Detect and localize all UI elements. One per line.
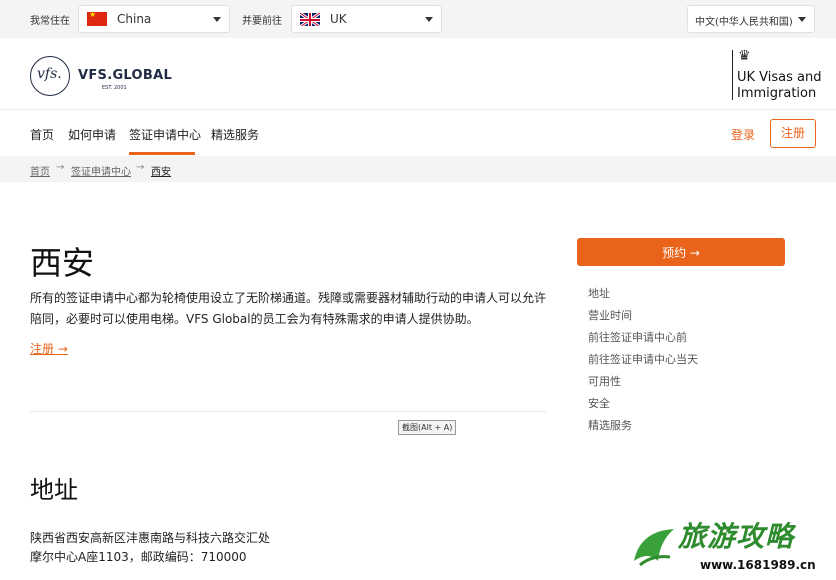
nav-item-visa-centres[interactable]: 签证申请中心: [129, 126, 201, 143]
page-title: 西安: [30, 244, 95, 282]
register-button[interactable]: 注册: [770, 119, 816, 148]
login-link[interactable]: 登录: [731, 126, 755, 143]
crest-icon: ♛: [738, 48, 751, 64]
language-value: 中文(中华人民共和国): [695, 17, 793, 28]
go-to-label: 并要前往: [242, 16, 282, 27]
register-link[interactable]: 注册 →: [30, 340, 68, 357]
live-in-value: China: [117, 12, 152, 26]
ukvi-divider: [732, 50, 733, 100]
chevron-down-icon: [798, 17, 806, 22]
leaf-icon: [634, 529, 674, 567]
arrow-right-icon: →: [136, 162, 145, 173]
breadcrumb-current: 西安: [151, 167, 171, 178]
ukvi-logo-text: UK Visas and Immigration: [737, 70, 822, 101]
logo-est: EST. 2001: [102, 85, 127, 91]
nav-item-home[interactable]: 首页: [30, 126, 54, 143]
go-to-value: UK: [330, 12, 347, 26]
live-in-select[interactable]: China: [78, 5, 230, 33]
intro-text: 所有的签证申请中心都为轮椅使用设立了无阶梯通道。残障或需要器材辅助行动的申请人可…: [30, 291, 547, 326]
address-heading: 地址: [30, 476, 78, 504]
chevron-down-icon: [425, 17, 433, 22]
logo-mark-text: vfs.: [37, 66, 62, 82]
china-flag-icon: [87, 10, 107, 26]
language-select[interactable]: 中文(中华人民共和国): [687, 5, 815, 33]
sidebar-link-security[interactable]: 安全: [588, 395, 610, 411]
go-to-select[interactable]: UK: [291, 5, 442, 33]
watermark-url: www.1681989.cn: [700, 558, 816, 572]
address-line: 陕西省西安高新区沣惠南路与科技六路交汇处: [30, 531, 271, 545]
active-tab-indicator: [129, 152, 195, 155]
sidebar-link-premium-services[interactable]: 精选服务: [588, 417, 632, 433]
breadcrumb: 首页 → 签证申请中心 → 西安: [0, 156, 836, 182]
logo-text[interactable]: VFS.GLOBAL: [78, 68, 172, 83]
watermark: 旅游攻略 www.1681989.cn: [630, 515, 830, 577]
arrow-right-icon: →: [56, 162, 65, 173]
main-nav: 首页 如何申请 签证申请中心 精选服务 登录 注册: [0, 110, 836, 156]
site-header: vfs. VFS.GLOBAL EST. 2001 ♛ UK Visas and…: [0, 38, 836, 110]
location-bar: 我常住在 China 并要前往 UK 中文(中华人民共和国): [0, 0, 836, 38]
breadcrumb-home[interactable]: 首页: [30, 163, 50, 178]
screenshot-tooltip: 截图(Alt + A): [398, 420, 457, 435]
nav-item-how-to-apply[interactable]: 如何申请: [68, 126, 116, 143]
divider: [30, 411, 546, 412]
book-appointment-button[interactable]: 预约 →: [577, 238, 785, 266]
sidebar-link-accessibility[interactable]: 可用性: [588, 373, 621, 389]
sidebar-link-address[interactable]: 地址: [588, 285, 610, 301]
nav-item-premium-services[interactable]: 精选服务: [211, 126, 259, 143]
breadcrumb-visa-centres[interactable]: 签证申请中心: [71, 163, 131, 178]
sidebar-link-visit-day[interactable]: 前往签证申请中心当天: [588, 351, 698, 367]
sidebar-link-hours[interactable]: 营业时间: [588, 307, 632, 323]
live-in-label: 我常住在: [30, 16, 70, 27]
chevron-down-icon: [213, 17, 221, 22]
watermark-title: 旅游攻略: [678, 520, 795, 553]
address-line: 摩尔中心A座1103，邮政编码：710000: [30, 550, 247, 564]
address-block: 陕西省西安高新区沣惠南路与科技六路交汇处 摩尔中心A座1103，邮政编码：710…: [30, 529, 270, 567]
vfs-logo-mark[interactable]: vfs.: [30, 56, 70, 96]
uk-flag-icon: [300, 12, 320, 26]
sidebar-link-before-visit[interactable]: 前往签证申请中心前: [588, 329, 687, 345]
